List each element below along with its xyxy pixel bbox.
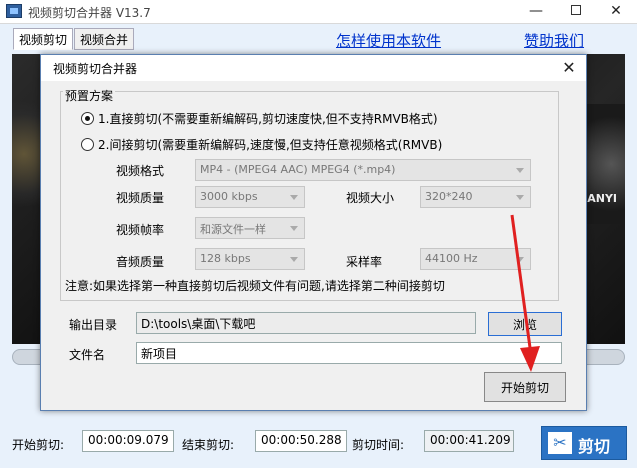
dialog-close-button[interactable]: ✕ <box>556 57 582 79</box>
dialog-title: 视频剪切合并器 <box>53 62 138 76</box>
chevron-down-icon <box>290 226 298 231</box>
radio-button[interactable] <box>81 138 94 151</box>
filename-input[interactable] <box>136 342 562 364</box>
size-value: 320*240 <box>425 190 473 203</box>
video-overlay-text: ANYI <box>587 192 617 205</box>
radio-direct-cut-label: 1.直接剪切(不需要重新编解码,剪切速度快,但不支持RMVB格式) <box>98 112 438 126</box>
start-cut-label: 开始剪切: <box>12 438 65 452</box>
maximize-button[interactable] <box>556 0 596 24</box>
notice-text: 注意:如果选择第一种直接剪切后视频文件有问题,请选择第二种间接剪切 <box>65 279 445 293</box>
radio-button[interactable] <box>81 112 94 125</box>
format-value: MP4 - (MPEG4 AAC) MPEG4 (*.mp4) <box>200 163 396 176</box>
close-button[interactable]: ✕ <box>596 0 636 24</box>
audio-quality-select[interactable]: 128 kbps <box>195 248 305 270</box>
donate-link[interactable]: 赞助我们 <box>524 30 584 51</box>
fps-value: 和源文件一样 <box>200 223 266 236</box>
start-time-field[interactable]: 00:00:09.079 <box>82 430 174 452</box>
chevron-down-icon <box>516 257 524 262</box>
quality-label: 视频质量 <box>116 191 165 205</box>
cut-duration-label: 剪切时间: <box>352 438 405 452</box>
filename-label: 文件名 <box>69 348 106 362</box>
output-dir-label: 输出目录 <box>69 318 118 332</box>
format-select[interactable]: MP4 - (MPEG4 AAC) MPEG4 (*.mp4) <box>195 159 531 181</box>
sample-rate-value: 44100 Hz <box>425 252 478 265</box>
scissors-icon: ✂ <box>548 432 572 454</box>
dialog-title-bar: 视频剪切合并器 ✕ <box>41 55 586 81</box>
sample-rate-select[interactable]: 44100 Hz <box>420 248 531 270</box>
cut-button[interactable]: ✂ 剪切 <box>541 426 627 460</box>
radio-indirect-cut[interactable]: 2.间接剪切(需要重新编解码,速度慢,但支持任意视频格式(RMVB) <box>81 136 442 153</box>
output-dir-input[interactable] <box>136 312 476 334</box>
end-time-field[interactable]: 00:00:50.288 <box>255 430 347 452</box>
cut-duration-field: 00:00:41.209 <box>424 430 514 452</box>
chevron-down-icon <box>516 168 524 173</box>
browse-button[interactable]: 浏览 <box>488 312 562 336</box>
radio-indirect-cut-label: 2.间接剪切(需要重新编解码,速度慢,但支持任意视频格式(RMVB) <box>98 138 443 152</box>
radio-direct-cut[interactable]: 1.直接剪切(不需要重新编解码,剪切速度快,但不支持RMVB格式) <box>81 110 438 127</box>
start-cut-button[interactable]: 开始剪切 <box>484 372 566 402</box>
app-icon <box>6 4 22 18</box>
fps-label: 视频帧率 <box>116 223 165 237</box>
preset-group-title: 预置方案 <box>63 87 116 104</box>
minimize-button[interactable]: — <box>516 0 556 24</box>
fps-select[interactable]: 和源文件一样 <box>195 217 305 239</box>
tab-video-cut[interactable]: 视频剪切 <box>13 28 74 50</box>
audio-quality-label: 音频质量 <box>116 255 165 269</box>
cut-dialog: 视频剪切合并器 ✕ 预置方案 1.直接剪切(不需要重新编解码,剪切速度快,但不支… <box>40 54 587 411</box>
audio-quality-value: 128 kbps <box>200 252 251 265</box>
chevron-down-icon <box>290 257 298 262</box>
tab-video-merge[interactable]: 视频合并 <box>74 28 135 50</box>
format-label: 视频格式 <box>116 164 165 178</box>
chevron-down-icon <box>516 195 524 200</box>
size-label: 视频大小 <box>346 191 395 205</box>
how-to-link[interactable]: 怎样使用本软件 <box>336 30 441 51</box>
quality-value: 3000 kbps <box>200 190 258 203</box>
size-select[interactable]: 320*240 <box>420 186 531 208</box>
sample-rate-label: 采样率 <box>346 255 383 269</box>
chevron-down-icon <box>290 195 298 200</box>
end-cut-label: 结束剪切: <box>182 438 235 452</box>
main-title-bar: 视频剪切合并器 V13.7 — ✕ <box>0 0 637 24</box>
cut-button-label: 剪切 <box>578 437 611 456</box>
quality-select[interactable]: 3000 kbps <box>195 186 305 208</box>
window-title: 视频剪切合并器 V13.7 <box>28 6 151 20</box>
